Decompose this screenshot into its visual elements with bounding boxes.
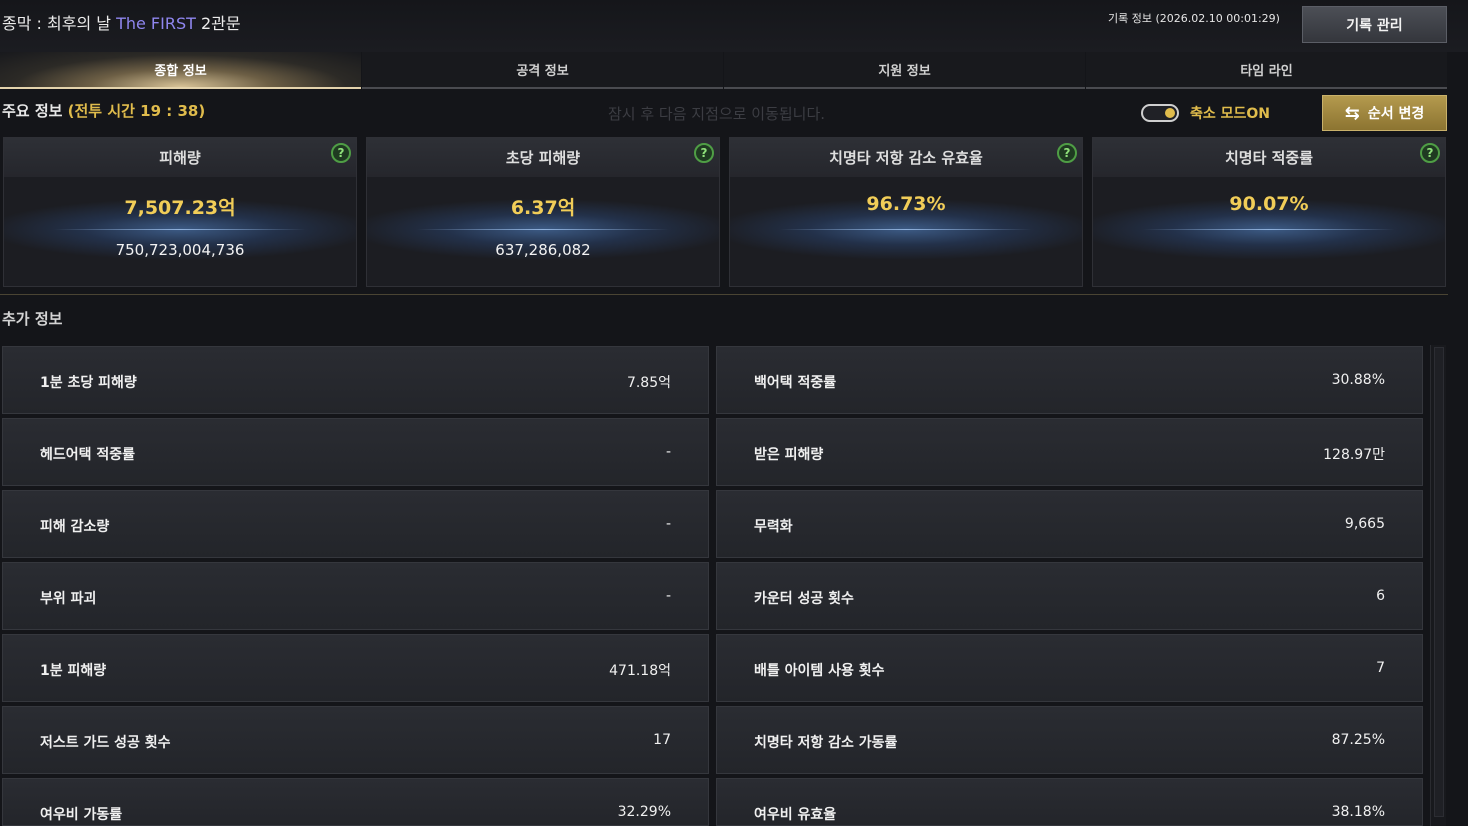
stat-value: 9,665: [1344, 516, 1385, 532]
tab-timeline[interactable]: 타임 라인: [1086, 52, 1447, 89]
card-sub-value: 750,723,004,736: [115, 241, 245, 259]
help-icon[interactable]: ?: [1057, 143, 1077, 163]
stat-row: 여우비 가동률 32.29%: [2, 778, 709, 826]
card-main-value: 6.37억: [510, 197, 576, 219]
stat-label: 헤드어택 적중률: [40, 447, 136, 463]
swap-arrows-icon: ⇆: [1344, 102, 1360, 124]
stat-value: 30.88%: [1331, 372, 1385, 388]
stat-label: 받은 피해량: [754, 447, 824, 463]
stat-label: 여우비 가동률: [40, 807, 123, 823]
tab-support[interactable]: 지원 정보: [724, 52, 1085, 89]
stat-row: 배틀 아이템 사용 횟수 7: [716, 634, 1423, 702]
stat-row: 받은 피해량 128.97만: [716, 418, 1423, 486]
record-info: 기록 정보 (2026.02.10 00:01:29): [1108, 12, 1280, 25]
change-order-button[interactable]: ⇆ 순서 변경: [1322, 95, 1447, 131]
stat-label: 저스트 가드 성공 횟수: [40, 735, 171, 751]
card-divider: [54, 229, 306, 230]
title-prefix: 종막 : 최후의 날: [2, 14, 117, 33]
stat-row: 카운터 성공 횟수 6: [716, 562, 1423, 630]
stat-card-damage: 피해량 ? 7,507.23억 750,723,004,736: [3, 137, 357, 287]
card-header: 초당 피해량 ?: [367, 138, 719, 177]
extra-info-title: 추가 정보: [2, 310, 63, 328]
help-icon[interactable]: ?: [1420, 143, 1440, 163]
stat-label: 피해 감소량: [40, 519, 110, 535]
card-body: 7,507.23억 750,723,004,736: [4, 177, 356, 286]
stat-label: 1분 초당 피해량: [40, 375, 137, 391]
stat-value: 7: [1376, 660, 1385, 676]
stat-value: 38.18%: [1331, 804, 1385, 820]
card-divider: [780, 229, 1032, 230]
stat-value: 471.18억: [609, 663, 671, 679]
card-body: 90.07%: [1093, 177, 1445, 286]
stat-card-crit-resist-efficiency: 치명타 저항 감소 유효율 ? 96.73%: [729, 137, 1083, 287]
tab-attack[interactable]: 공격 정보: [362, 52, 723, 89]
stat-value: -: [665, 588, 671, 604]
top-bar: 종막 : 최후의 날 The FIRST 2관문 기록 정보 (2026.02.…: [0, 0, 1468, 52]
compact-mode-label: 축소 모드ON: [1190, 106, 1271, 122]
stat-label: 여우비 유효율: [754, 807, 837, 823]
stat-row: 피해 감소량 -: [2, 490, 709, 558]
change-order-label: 순서 변경: [1367, 106, 1425, 122]
stat-row: 1분 피해량 471.18억: [2, 634, 709, 702]
card-body: 96.73%: [730, 177, 1082, 286]
record-manage-button[interactable]: 기록 관리: [1302, 6, 1447, 43]
stat-label: 카운터 성공 횟수: [754, 591, 854, 607]
stat-value: 87.25%: [1331, 732, 1385, 748]
section-divider: [0, 294, 1448, 295]
stat-label: 배틀 아이템 사용 횟수: [754, 663, 885, 679]
toggle-knob: [1165, 108, 1175, 118]
scrollbar-thumb[interactable]: [1434, 347, 1444, 817]
summary-label: 주요 정보: [2, 102, 68, 120]
card-divider: [1143, 229, 1395, 230]
stat-label: 무력화: [754, 519, 793, 535]
card-sub-value: 637,286,082: [495, 241, 591, 259]
title-highlight: The FIRST: [116, 14, 196, 33]
stat-label: 1분 피해량: [40, 663, 107, 679]
stat-row: 1분 초당 피해량 7.85억: [2, 346, 709, 414]
compact-mode-toggle[interactable]: [1141, 104, 1179, 122]
help-icon[interactable]: ?: [694, 143, 714, 163]
stat-value: 128.97만: [1323, 447, 1385, 463]
card-title: 피해량: [159, 149, 201, 167]
card-main-value: 96.73%: [866, 193, 946, 215]
move-notice: 잠시 후 다음 지점으로 이동됩니다.: [608, 105, 826, 123]
title-suffix: 2관문: [195, 14, 241, 33]
stat-row: 치명타 저항 감소 가동률 87.25%: [716, 706, 1423, 774]
stat-card-crit-rate: 치명타 적중률 ? 90.07%: [1092, 137, 1446, 287]
stat-value: -: [665, 444, 671, 460]
card-divider: [417, 229, 669, 230]
card-main-value: 90.07%: [1229, 193, 1309, 215]
help-icon[interactable]: ?: [331, 143, 351, 163]
summary-heading: 주요 정보 (전투 시간 19 : 38): [2, 100, 205, 121]
card-header: 피해량 ?: [4, 138, 356, 177]
stat-card-dps: 초당 피해량 ? 6.37억 637,286,082: [366, 137, 720, 287]
stat-value: 6: [1376, 588, 1385, 604]
stat-label: 백어택 적중률: [754, 375, 837, 391]
card-body: 6.37억 637,286,082: [367, 177, 719, 286]
stat-value: 17: [653, 732, 671, 748]
page-title: 종막 : 최후의 날 The FIRST 2관문: [2, 10, 241, 34]
card-header: 치명타 적중률 ?: [1093, 138, 1445, 177]
tab-bar: 종합 정보 공격 정보 지원 정보 타임 라인: [0, 52, 1448, 89]
tab-overview[interactable]: 종합 정보: [0, 52, 361, 89]
stat-value: 7.85억: [626, 375, 671, 391]
stat-value: -: [665, 516, 671, 532]
stat-value: 32.29%: [617, 804, 671, 820]
stat-label: 치명타 저항 감소 가동률: [754, 735, 898, 751]
card-title: 치명타 저항 감소 유효율: [829, 149, 983, 167]
stat-row: 저스트 가드 성공 횟수 17: [2, 706, 709, 774]
stat-row: 부위 파괴 -: [2, 562, 709, 630]
stat-row: 백어택 적중률 30.88%: [716, 346, 1423, 414]
card-title: 치명타 적중률: [1224, 149, 1314, 167]
stat-row: 헤드어택 적중률 -: [2, 418, 709, 486]
card-header: 치명타 저항 감소 유효율 ?: [730, 138, 1082, 177]
stat-label: 부위 파괴: [40, 591, 97, 607]
stat-row: 여우비 유효율 38.18%: [716, 778, 1423, 826]
card-main-value: 7,507.23억: [124, 197, 236, 219]
card-title: 초당 피해량: [505, 149, 581, 167]
battle-time: (전투 시간 19 : 38): [67, 102, 206, 120]
extra-info-scrollbar[interactable]: [1430, 345, 1446, 826]
stat-row: 무력화 9,665: [716, 490, 1423, 558]
